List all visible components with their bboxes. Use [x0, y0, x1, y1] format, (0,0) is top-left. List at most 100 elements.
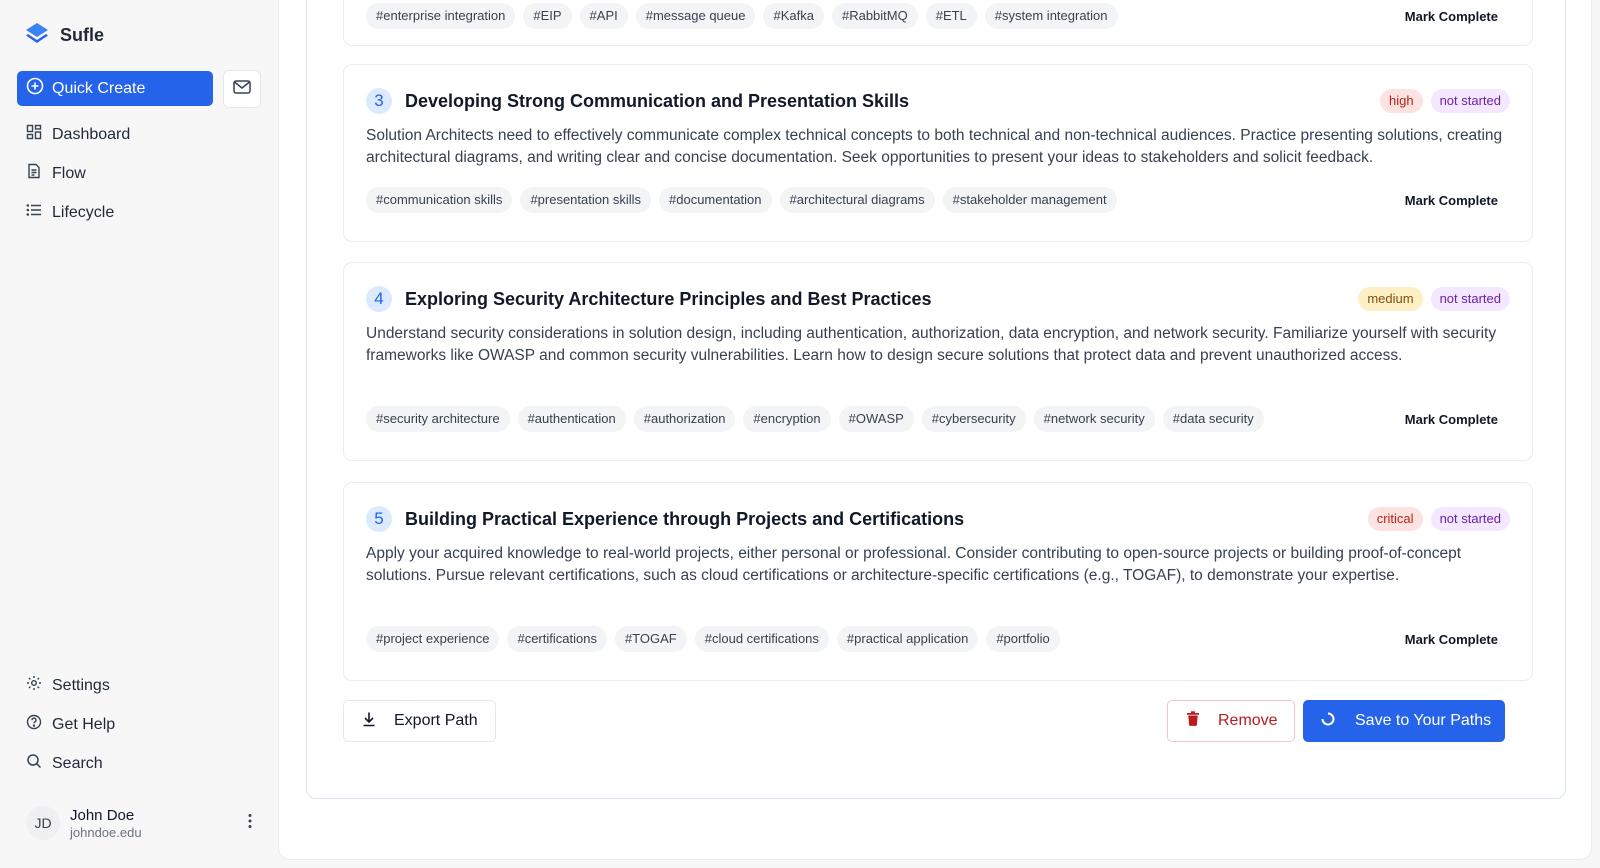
priority-badge: medium: [1358, 287, 1423, 311]
user-menu-button[interactable]: [244, 809, 256, 838]
tag: #certifications: [507, 626, 607, 652]
search-icon: [26, 753, 42, 774]
tag: #practical application: [836, 626, 979, 652]
tag: #communication skills: [366, 187, 513, 213]
mail-icon: [233, 79, 251, 99]
tag: #portfolio: [986, 626, 1060, 652]
help-icon: [26, 714, 42, 735]
tag: #documentation: [659, 187, 772, 213]
brand[interactable]: Sufle: [24, 20, 104, 51]
sidebar-item-label: Search: [52, 754, 103, 772]
milestone-card: #enterprise integration #EIP #API #messa…: [343, 0, 1533, 46]
document-icon: [26, 163, 42, 184]
dashboard-icon: [26, 124, 42, 145]
milestone-description: Apply your acquired knowledge to real-wo…: [366, 545, 1462, 584]
download-icon: [362, 711, 376, 732]
priority-badge: critical: [1367, 507, 1423, 531]
gear-icon: [26, 675, 42, 696]
status-badge: not started: [1430, 287, 1510, 311]
milestone-card: 3 Developing Strong Communication and Pr…: [343, 64, 1533, 242]
milestone-number: 5: [366, 506, 392, 532]
priority-badge: high: [1379, 89, 1423, 113]
save-path-label: Save to Your Paths: [1355, 712, 1492, 729]
main-content: #enterprise integration #EIP #API #messa…: [278, 0, 1592, 860]
remove-button[interactable]: Remove: [1167, 700, 1295, 742]
milestone-title: Developing Strong Communication and Pres…: [405, 90, 910, 111]
path-actions: Export Path Remove Save to Your Paths: [343, 700, 1533, 744]
milestone-number: 3: [366, 88, 392, 114]
milestone-description: Solution Architects need to effectively …: [366, 127, 1503, 166]
tag: #stakeholder management: [942, 187, 1117, 213]
sidebar-item-label: Settings: [52, 676, 110, 694]
sidebar-item-dashboard[interactable]: Dashboard: [17, 115, 257, 154]
sidebar-item-settings[interactable]: Settings: [17, 666, 257, 705]
list-icon: [26, 202, 42, 223]
tag: #authentication: [517, 406, 626, 432]
milestone-title: Exploring Security Architecture Principl…: [405, 288, 932, 309]
quick-create-button[interactable]: Quick Create: [17, 71, 213, 106]
sidebar-nav: Dashboard Flow Lifecycle: [17, 115, 257, 232]
more-vertical-icon: [248, 813, 252, 834]
sidebar-item-label: Lifecycle: [52, 203, 115, 221]
status-badge: not started: [1430, 89, 1510, 113]
sidebar-item-search[interactable]: Search: [17, 744, 257, 783]
milestone-description: Understand security considerations in so…: [366, 325, 1497, 364]
tag: #enterprise integration: [366, 3, 516, 29]
tag-list: #enterprise integration #EIP #API #messa…: [366, 3, 1118, 29]
inbox-button[interactable]: [223, 70, 261, 108]
milestone-card: 5 Building Practical Experience through …: [343, 482, 1533, 681]
save-path-button[interactable]: Save to Your Paths: [1303, 700, 1505, 742]
export-path-button[interactable]: Export Path: [343, 700, 496, 742]
tag: #ETL: [925, 3, 977, 29]
tag: #architectural diagrams: [779, 187, 935, 213]
user-email: johndoe.edu: [70, 824, 142, 840]
trash-icon: [1186, 711, 1200, 731]
tag-list: #communication skills #presentation skil…: [366, 187, 1117, 213]
sidebar-item-lifecycle[interactable]: Lifecycle: [17, 193, 257, 232]
avatar: JD: [26, 806, 60, 840]
tag: #project experience: [366, 626, 500, 652]
layers-icon: [24, 20, 50, 51]
tag: #message queue: [635, 3, 756, 29]
milestone-number: 4: [366, 286, 392, 312]
export-path-label: Export Path: [394, 712, 478, 729]
tag: #system integration: [984, 3, 1118, 29]
user-profile[interactable]: JD John Doe johndoe.edu: [26, 806, 256, 840]
user-name: John Doe: [70, 806, 135, 824]
sidebar-item-get-help[interactable]: Get Help: [17, 705, 257, 744]
learning-path-panel: #enterprise integration #EIP #API #messa…: [306, 0, 1566, 799]
tag: #TOGAF: [614, 626, 687, 652]
tag: #data security: [1162, 406, 1264, 432]
quick-create-label: Quick Create: [52, 79, 146, 97]
tag-list: #project experience #certifications #TOG…: [366, 626, 1060, 652]
tag: #presentation skills: [520, 187, 651, 213]
tag: #EIP: [523, 3, 572, 29]
tag: #encryption: [743, 406, 831, 432]
sidebar-item-label: Get Help: [52, 715, 116, 733]
tag: #cloud certifications: [694, 626, 829, 652]
sidebar-bottom-nav: Settings Get Help Search: [17, 666, 257, 783]
tag: #cybersecurity: [921, 406, 1026, 432]
brand-name: Sufle: [60, 25, 105, 45]
mark-complete-button[interactable]: Mark Complete: [1393, 5, 1510, 28]
sidebar-item-label: Dashboard: [52, 125, 131, 143]
status-badge: not started: [1430, 507, 1510, 531]
tag: #network security: [1033, 406, 1155, 432]
remove-label: Remove: [1218, 712, 1278, 729]
sidebar-item-flow[interactable]: Flow: [17, 154, 257, 193]
mark-complete-button[interactable]: Mark Complete: [1393, 408, 1510, 431]
tag-list: #security architecture #authentication #…: [366, 406, 1264, 432]
tag: #Kafka: [763, 3, 824, 29]
loading-icon: [1321, 712, 1335, 731]
plus-circle-icon: [26, 77, 44, 100]
tag: #OWASP: [838, 406, 914, 432]
tag: #security architecture: [366, 406, 510, 432]
milestone-card: 4 Exploring Security Architecture Princi…: [343, 262, 1533, 461]
mark-complete-button[interactable]: Mark Complete: [1393, 628, 1510, 651]
sidebar-item-label: Flow: [52, 164, 86, 182]
tag: #RabbitMQ: [831, 3, 918, 29]
tag: #authorization: [633, 406, 736, 432]
sidebar: Sufle Quick Create Dashboard Flow Lifecy…: [0, 0, 278, 868]
tag: #API: [579, 3, 628, 29]
mark-complete-button[interactable]: Mark Complete: [1393, 189, 1510, 212]
